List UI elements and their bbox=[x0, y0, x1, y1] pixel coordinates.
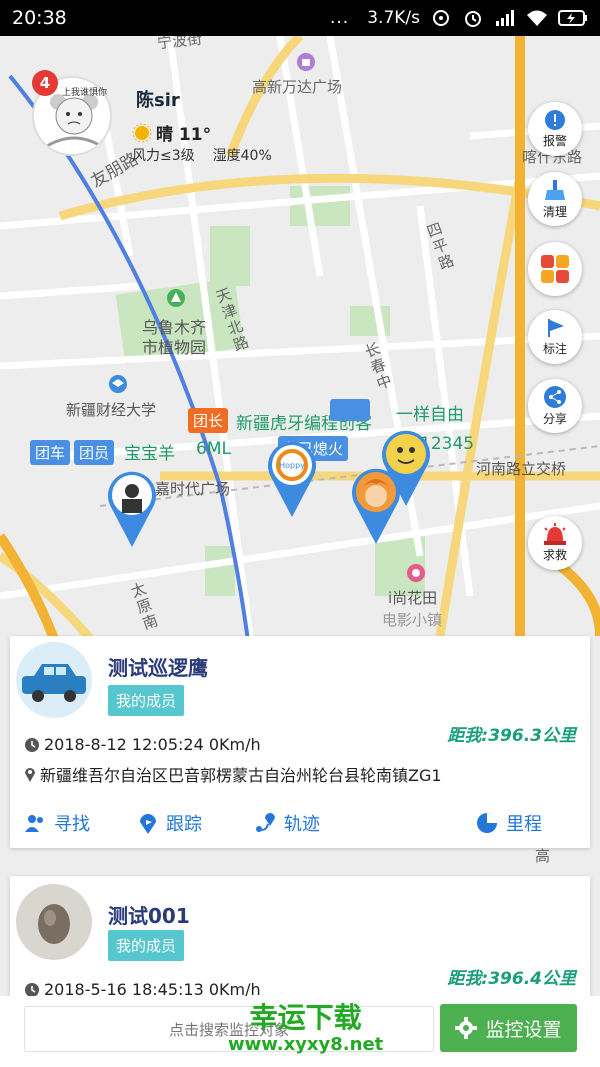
svg-text:Hoppy: Hoppy bbox=[279, 461, 305, 470]
map-label-gaoxin: 高 bbox=[533, 848, 551, 865]
member-name: 测试001 bbox=[108, 904, 190, 928]
share-icon bbox=[544, 386, 566, 408]
route-action[interactable]: 轨迹 bbox=[254, 810, 320, 836]
alarm-label: 报警 bbox=[542, 134, 567, 148]
sun-icon bbox=[132, 123, 152, 142]
clean-label: 清理 bbox=[542, 205, 567, 219]
map-label-henan: 河南路立交桥 bbox=[476, 460, 567, 478]
share-label: 分享 bbox=[542, 412, 567, 426]
location-pin-icon bbox=[25, 768, 35, 782]
alarm-clock-icon bbox=[465, 11, 481, 27]
find-label: 寻找 bbox=[54, 814, 90, 835]
network-speed: 3.7K/s bbox=[367, 8, 420, 28]
signal-icon bbox=[496, 10, 514, 26]
map-label-botanical-2: 市植物园 bbox=[142, 338, 207, 357]
monitor-settings-label: 监控设置 bbox=[485, 1018, 562, 1041]
alarm-bell-icon bbox=[545, 110, 565, 130]
member-card[interactable]: 测试001 我的成员 距我:396.4公里 2018-5-16 18:45:13… bbox=[10, 876, 590, 1006]
member-distance: 距我:396.4公里 bbox=[447, 969, 576, 989]
battery-icon bbox=[558, 10, 587, 26]
map-pin-hoppy[interactable]: Hoppy bbox=[264, 439, 320, 519]
map-pin-monkey[interactable] bbox=[378, 428, 434, 508]
wind-level: 风力≤3级 bbox=[132, 148, 195, 164]
broom-icon bbox=[545, 180, 565, 200]
sos-label: 求救 bbox=[542, 548, 567, 562]
watermark: 幸运下载 www.xyxy8.net bbox=[228, 996, 383, 1055]
car-avatar bbox=[16, 642, 92, 718]
park-icon bbox=[167, 289, 185, 307]
car-icon bbox=[22, 664, 86, 702]
find-action[interactable]: 寻找 bbox=[24, 810, 90, 836]
tag-rest-badge bbox=[330, 399, 370, 421]
route-icon bbox=[256, 813, 275, 832]
wifi-icon bbox=[527, 10, 547, 26]
gear-icon bbox=[455, 1017, 478, 1039]
share-button[interactable]: 分享 bbox=[528, 379, 582, 433]
flag-icon bbox=[548, 319, 564, 337]
shopping-icon bbox=[297, 53, 315, 71]
tag-leader[interactable]: 团长 bbox=[188, 408, 229, 433]
tag-team-car[interactable]: 团车 bbox=[30, 440, 71, 465]
navigation-icon bbox=[140, 814, 156, 834]
tag-baobao[interactable]: 宝宝羊 bbox=[124, 439, 175, 464]
member-card[interactable]: 测试巡逻鹰 我的成员 距我:396.3公里 2018-8-12 12:05:24… bbox=[10, 636, 590, 848]
mark-label: 标注 bbox=[542, 342, 567, 356]
tag-member[interactable]: 团员 bbox=[74, 440, 115, 465]
flower-icon bbox=[407, 564, 425, 582]
mileage-label: 里程 bbox=[506, 814, 542, 835]
map-label-huatian-2: 电影小镇 bbox=[382, 611, 443, 629]
status-dots: ... bbox=[330, 8, 350, 28]
member-name: 测试巡逻鹰 bbox=[108, 656, 208, 680]
apps-grid-icon bbox=[541, 255, 569, 283]
stone-avatar bbox=[16, 884, 92, 960]
clock-icon bbox=[25, 737, 39, 752]
tag-free[interactable]: 一样自由 bbox=[396, 400, 464, 425]
member-time: 2018-8-12 12:05:24 0Km/h bbox=[24, 735, 261, 754]
weather-detail: 风力≤3级 湿度40% bbox=[132, 145, 272, 165]
monitor-settings-button[interactable]: 监控设置 bbox=[440, 1004, 577, 1052]
track-label: 跟踪 bbox=[166, 814, 202, 835]
member-tag: 我的成员 bbox=[108, 685, 185, 716]
watermark-url: www.xyxy8.net bbox=[228, 1034, 384, 1055]
tag-ml: 6ML bbox=[196, 439, 231, 459]
map-label-times: 嘉时代广场 bbox=[155, 480, 231, 498]
hotspot-icon bbox=[433, 10, 449, 26]
member-tag: 我的成员 bbox=[108, 930, 185, 961]
status-bar: 20:38 ... 3.7K/s bbox=[0, 0, 600, 36]
avatar-caption: 上我谁惧你 bbox=[62, 88, 108, 98]
stone-icon bbox=[38, 904, 70, 944]
status-time: 20:38 bbox=[12, 7, 67, 29]
weather-text: 晴 11° bbox=[156, 125, 212, 145]
sos-button[interactable]: 求救 bbox=[528, 516, 582, 570]
map-label-wanda: 高新万达广场 bbox=[252, 78, 343, 96]
mark-button[interactable]: 标注 bbox=[528, 310, 582, 364]
siren-icon bbox=[544, 523, 566, 545]
people-icon bbox=[25, 815, 43, 832]
track-action[interactable]: 跟踪 bbox=[138, 810, 202, 836]
mileage-action[interactable]: 里程 bbox=[476, 810, 542, 836]
member-distance: 距我:396.3公里 bbox=[447, 726, 576, 746]
weather: 晴 11° bbox=[132, 120, 211, 145]
map-label-huatian-1: i尚花田 bbox=[388, 589, 438, 607]
profile-name: 陈sir bbox=[136, 90, 180, 111]
map-pin-person[interactable] bbox=[104, 469, 160, 549]
watermark-title: 幸运下载 bbox=[249, 1001, 362, 1034]
member-time-text: 2018-8-12 12:05:24 0Km/h bbox=[44, 735, 261, 754]
apps-button[interactable] bbox=[528, 242, 582, 296]
clean-button[interactable]: 清理 bbox=[528, 172, 582, 226]
humidity: 湿度40% bbox=[212, 148, 272, 164]
alarm-button[interactable]: 报警 bbox=[528, 102, 582, 156]
route-label: 轨迹 bbox=[284, 814, 320, 835]
school-icon bbox=[109, 375, 127, 393]
notification-badge[interactable]: 4 bbox=[32, 70, 58, 96]
map-label-finance: 新疆财经大学 bbox=[66, 401, 157, 419]
member-address-text: 新疆维吾尔自治区巴音郭楞蒙古自治州轮台县轮南镇ZG1 bbox=[40, 766, 442, 785]
pie-chart-icon bbox=[477, 813, 497, 833]
member-address: 新疆维吾尔自治区巴音郭楞蒙古自治州轮台县轮南镇ZG1 bbox=[24, 762, 442, 786]
